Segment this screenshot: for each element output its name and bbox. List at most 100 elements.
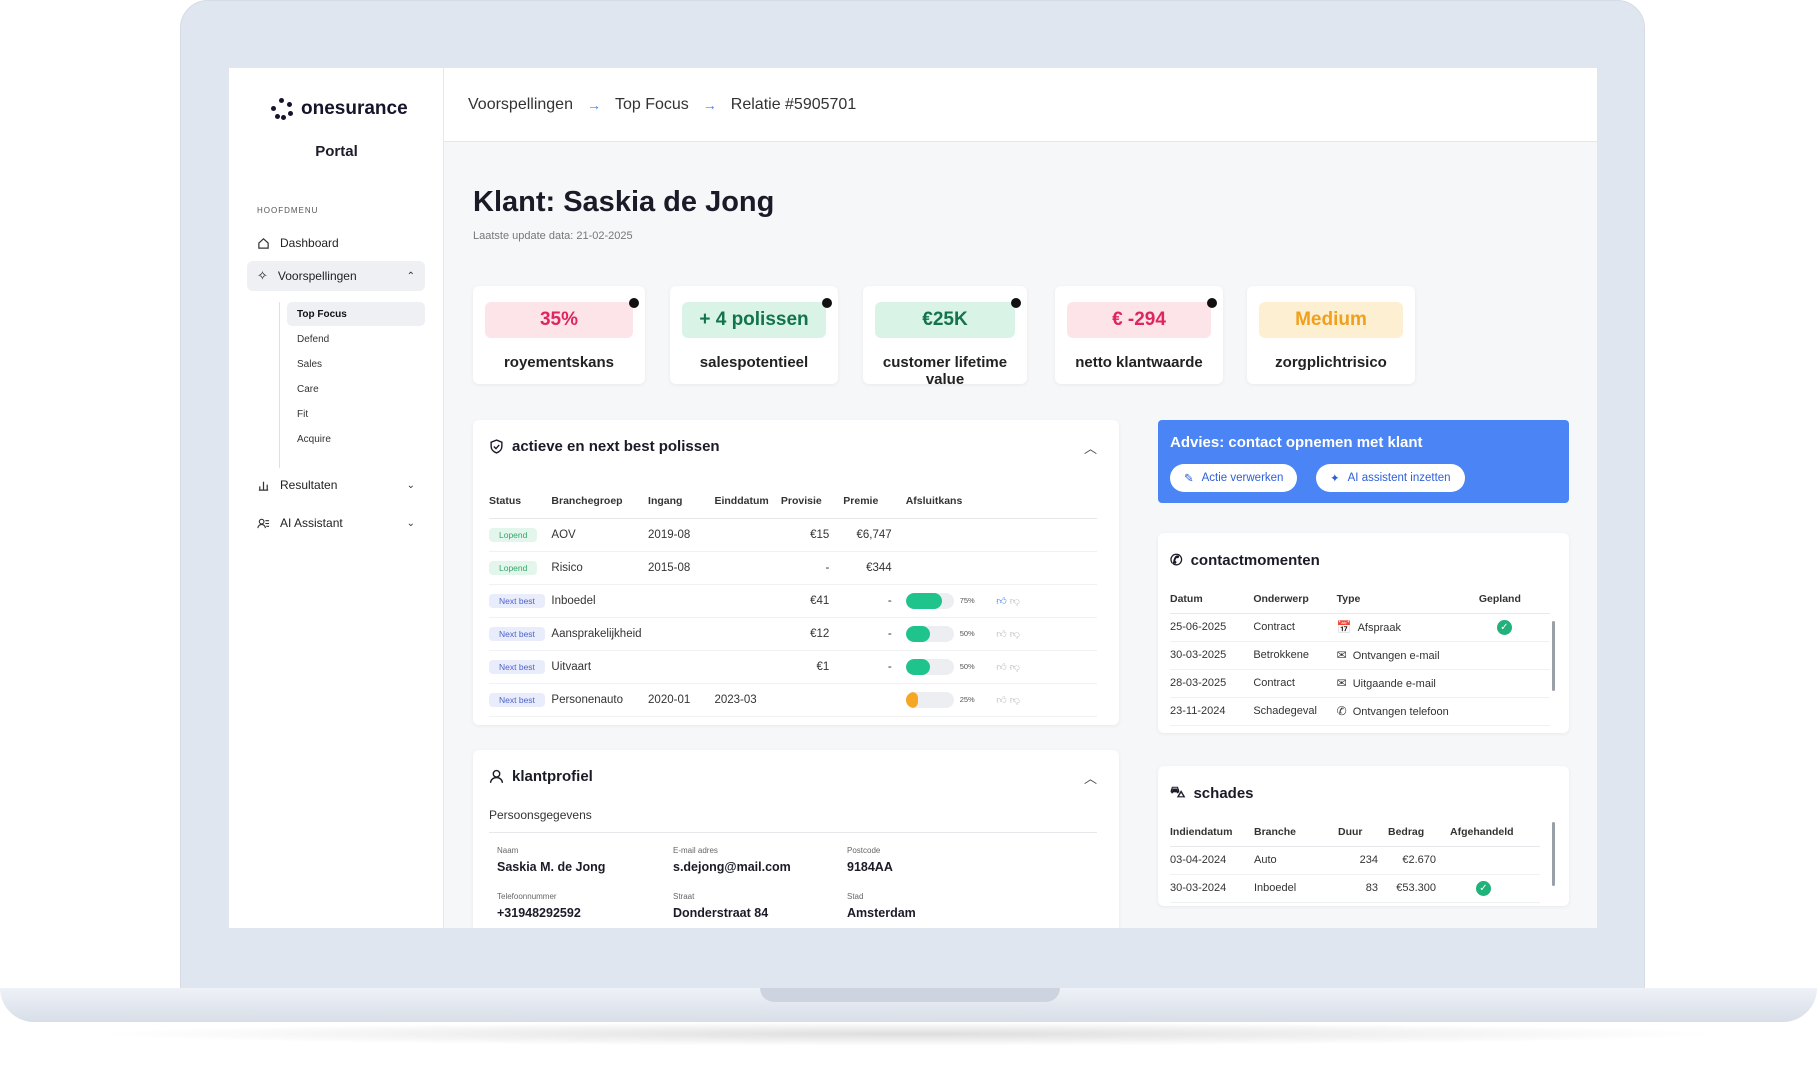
sidebar-item-label: Voorspellingen <box>277 269 357 283</box>
sparkle-icon: ✧ <box>257 268 268 283</box>
amount-cell: €53.300 <box>1388 874 1450 903</box>
sidebar-subitem-fit[interactable]: Fit <box>287 402 425 426</box>
subject-cell: Schadegeval <box>1253 697 1337 726</box>
action-process-button[interactable]: ✎ Actie verwerken <box>1170 464 1298 492</box>
portal-label: Portal <box>315 143 358 160</box>
policies-title: actieve en next best polissen <box>512 438 720 455</box>
info-icon[interactable] <box>822 298 832 308</box>
ai-assistant-button[interactable]: ✦ AI assistent inzetten <box>1316 464 1465 492</box>
logo[interactable]: onesurance <box>271 98 408 120</box>
divider <box>489 832 1097 833</box>
chevron-up-icon[interactable]: ︿ <box>1084 438 1097 457</box>
page-subtitle: Laatste update data: 21-02-2025 <box>473 230 633 242</box>
kpi-card: 35% royementskans <box>473 286 645 384</box>
shield-icon <box>490 439 503 454</box>
mail-out-icon: ✉ <box>1336 676 1347 690</box>
scrollbar[interactable] <box>1552 621 1555 691</box>
status-badge: Next best <box>489 626 545 641</box>
table-row: Lopend Risico 2015-08 - €344 <box>489 551 1097 585</box>
kpi-label: royementskans <box>503 354 615 371</box>
phone-in-icon: ✆ <box>1336 704 1347 718</box>
provisie-cell: €1 <box>780 650 844 684</box>
sidebar-item-dashboard[interactable]: Dashboard <box>247 228 425 258</box>
status-badge: Next best <box>489 659 545 674</box>
column-header: Afgehandeld <box>1450 818 1540 847</box>
thumbs-down-icon[interactable]: 👎︎ <box>1010 596 1023 607</box>
profile-title: klantprofiel <box>512 768 593 785</box>
check-icon: ✓ <box>1496 619 1512 635</box>
info-icon[interactable] <box>1011 298 1021 308</box>
sidebar-item-label: AI Assistant <box>280 516 343 530</box>
profile-card: klantprofiel ︿ Persoonsgegevens Naam Sask… <box>473 750 1119 928</box>
thumbs-up-icon[interactable]: 👍︎ <box>996 695 1009 706</box>
claims-table: Indiendatum Branche Duur Bedrag Afgehandeld … <box>1170 818 1540 903</box>
start-cell <box>648 650 715 684</box>
arrow-right-icon: → <box>586 96 601 113</box>
field-label: E-mail adres <box>673 846 718 855</box>
table-row: Next best Aansprakelijkheid €12- 50% 👍︎👎︎ <box>489 617 1097 651</box>
sidebar-subitem-care[interactable]: Care <box>287 377 425 401</box>
premie-cell: €344 <box>843 551 906 585</box>
date-cell: 30-03-2024 <box>1170 874 1254 903</box>
provisie-cell: €12 <box>780 617 844 651</box>
column-header: Branche <box>1254 818 1338 847</box>
status-badge: Next best <box>489 593 545 608</box>
info-icon[interactable] <box>1207 298 1217 308</box>
column-header: Bedrag <box>1388 818 1450 847</box>
submenu-line <box>279 302 280 468</box>
breadcrumb-item[interactable]: Top Focus <box>615 96 689 114</box>
breadcrumb-item: Relatie #5905701 <box>730 95 857 113</box>
thumbs-down-icon[interactable]: 👎︎ <box>1010 629 1023 640</box>
field-label: Postcode <box>847 846 881 855</box>
info-icon[interactable] <box>629 298 639 308</box>
table-row: Next best Personenauto 2020-01 2023-03 25% 👍︎… <box>489 683 1097 717</box>
amount-cell: €2.670 <box>1388 846 1450 875</box>
advice-banner: Advies: contact opnemen met klant ✎ Acti… <box>1158 420 1569 503</box>
kpi-card: €25K customer lifetime value <box>863 286 1027 388</box>
kpi-value: + 4 polissen <box>682 302 826 338</box>
phone-icon: ✆ <box>1170 552 1183 569</box>
column-header: Indiendatum <box>1170 818 1254 847</box>
chevron-up-icon[interactable]: ︿ <box>1084 768 1097 787</box>
probability-fill <box>905 691 918 708</box>
claims-card: ⛍ schades Indiendatum Branche Duur Bedrag Af… <box>1158 766 1569 906</box>
contacts-title: contactmomenten <box>1190 551 1320 569</box>
kpi-label: salespotentieel <box>699 354 809 371</box>
sidebar-subitem-top-focus[interactable]: Top Focus <box>287 302 425 326</box>
policies-table: Status Branchegroep Ingang Einddatum Provisi… <box>489 484 1097 717</box>
table-row: 30-03-2024 Inboedel 83 €53.300 ✓ <box>1170 874 1540 903</box>
end-cell <box>714 518 781 552</box>
thumbs-down-icon[interactable]: 👎︎ <box>1010 695 1023 706</box>
sidebar: onesurance Portal HOOFDMENU Dashboard ✧ … <box>229 68 444 928</box>
probability-label: 50% <box>959 629 975 638</box>
thumbs-up-icon[interactable]: 👍︎ <box>996 662 1009 673</box>
premie-cell: €6,747 <box>843 518 906 552</box>
type-cell: Ontvangen e-mail <box>1352 650 1440 662</box>
probability-label: 25% <box>959 695 975 704</box>
button-label: Actie verwerken <box>1201 472 1284 484</box>
calendar-icon: 📅 <box>1336 620 1352 634</box>
scrollbar[interactable] <box>1552 822 1555 886</box>
branch-cell: Risico <box>551 551 649 585</box>
laptop-notch <box>760 988 1060 1002</box>
sidebar-item-voorspellingen[interactable]: ✧ Voorspellingen ⌃ <box>247 261 425 291</box>
sidebar-item-ai-assistant[interactable]: AI Assistant ⌄ <box>247 508 425 538</box>
thumbs-up-icon[interactable]: 👍︎ <box>996 596 1009 607</box>
column-header: Datum <box>1170 585 1254 614</box>
sidebar-subitem-acquire[interactable]: Acquire <box>287 427 425 451</box>
breadcrumb-item[interactable]: Voorspellingen <box>468 96 573 114</box>
thumbs-down-icon[interactable]: 👎︎ <box>1010 662 1023 673</box>
chevron-up-icon: ⌃ <box>406 270 415 282</box>
subject-cell: Betrokkene <box>1253 641 1337 670</box>
sidebar-subitem-sales[interactable]: Sales <box>287 352 425 376</box>
probability-fill <box>905 625 930 642</box>
status-badge: Lopend <box>489 560 538 575</box>
thumbs-up-icon[interactable]: 👍︎ <box>996 629 1009 640</box>
sidebar-subitem-defend[interactable]: Defend <box>287 327 425 351</box>
page-title: Klant: Saskia de Jong <box>473 186 775 218</box>
date-cell: 25-06-2025 <box>1170 613 1254 642</box>
field-label: Straat <box>673 892 695 901</box>
sidebar-item-resultaten[interactable]: Resultaten ⌄ <box>247 470 425 500</box>
end-cell: 2023-03 <box>714 683 781 717</box>
table-row: Lopend AOV 2019-08 €15 €6,747 <box>489 518 1097 552</box>
